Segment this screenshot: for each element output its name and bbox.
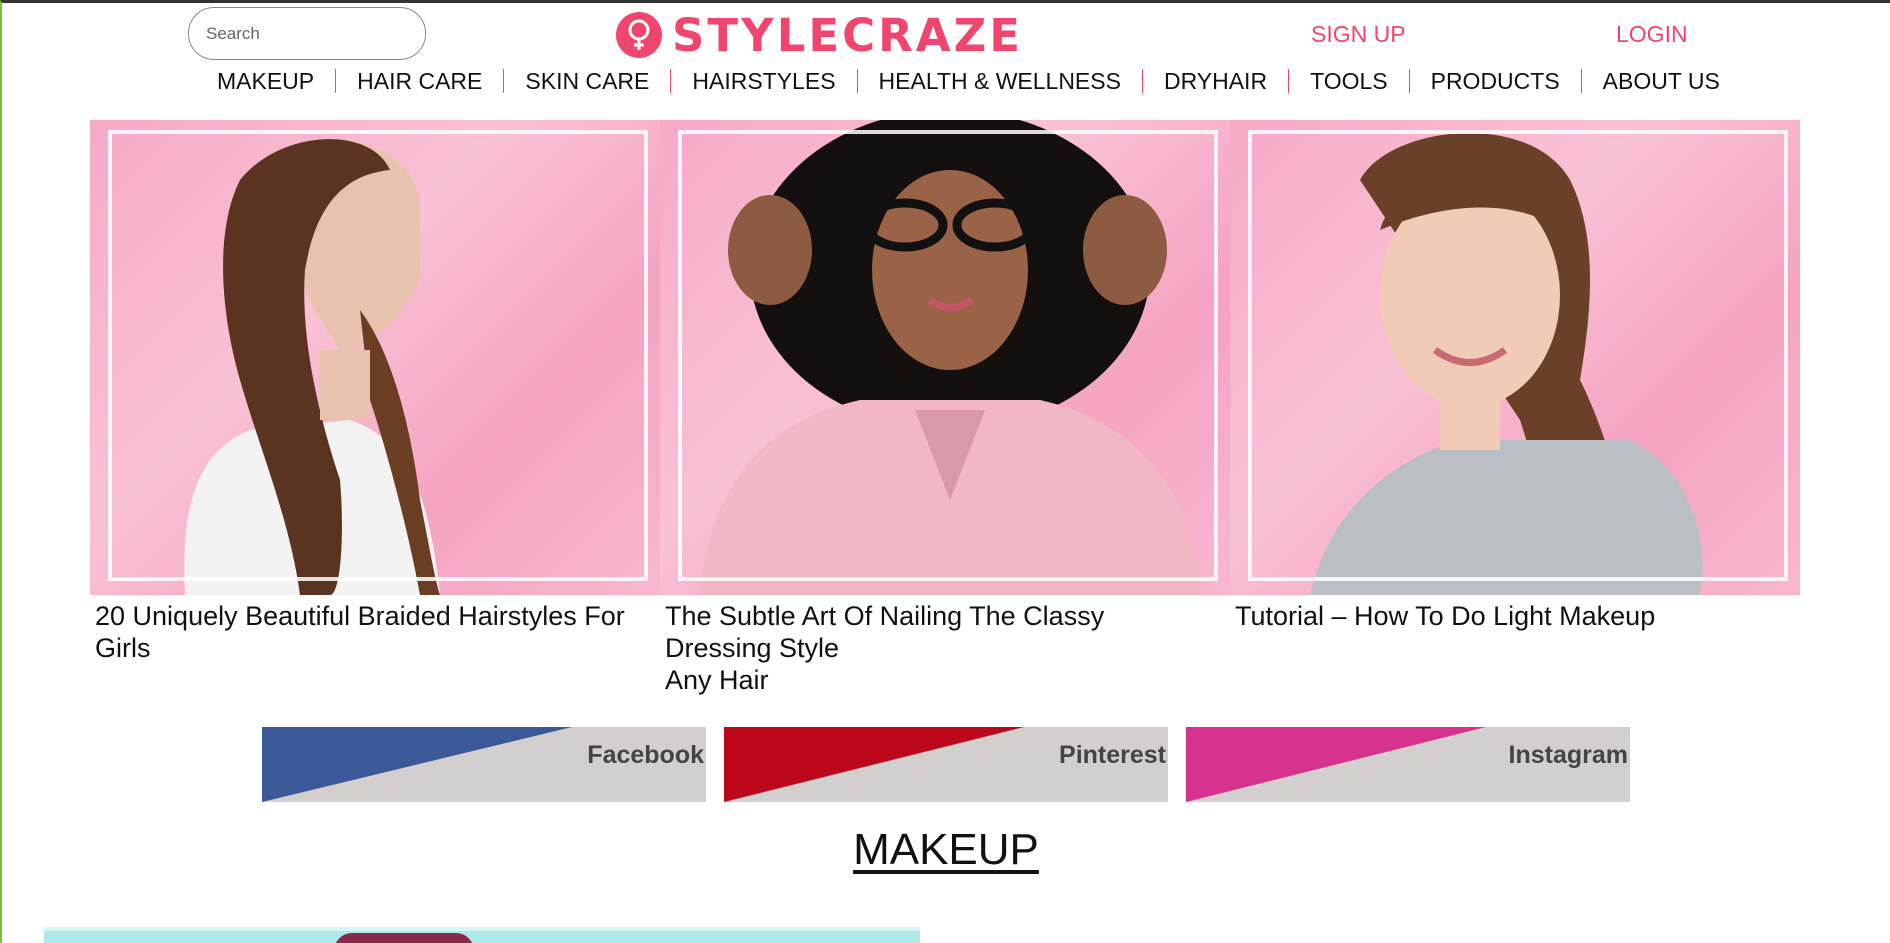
article-title-link[interactable]: 20 Uniquely Beautiful Braided Hairstyles… [95, 600, 665, 696]
pinterest-button[interactable]: Pinterest [724, 727, 1168, 802]
instagram-label: Instagram [1508, 741, 1628, 769]
logo-female-symbol-icon [616, 12, 662, 58]
image-frame [678, 130, 1218, 581]
section-heading-makeup[interactable]: MAKEUP [2, 825, 1890, 875]
article-title-link[interactable]: The Subtle Art Of Nailing The Classy Dre… [665, 600, 1235, 696]
image-frame [108, 130, 648, 581]
nav-item-hairstyles[interactable]: HAIRSTYLES [671, 68, 856, 94]
pinterest-label: Pinterest [1059, 741, 1166, 769]
article-title-link[interactable]: Tutorial – How To Do Light Makeup [1235, 600, 1805, 696]
featured-image-braided-hairstyles[interactable] [90, 120, 660, 595]
nav-item-about-us[interactable]: ABOUT US [1582, 68, 1741, 94]
featured-image-light-makeup[interactable] [1230, 120, 1800, 595]
site-logo[interactable]: STYLECRAZE [616, 11, 1023, 59]
article-subtitle-text: Any Hair [665, 665, 769, 695]
featured-articles [90, 120, 1801, 595]
featured-captions: 20 Uniquely Beautiful Braided Hairstyles… [95, 600, 1806, 696]
nav-item-products[interactable]: PRODUCTS [1410, 68, 1581, 94]
nav-item-hair-care[interactable]: HAIR CARE [336, 68, 503, 94]
featured-image-classy-dressing[interactable] [660, 120, 1230, 595]
main-nav: MAKEUP HAIR CARE SKIN CARE HAIRSTYLES HE… [196, 65, 1741, 97]
login-link[interactable]: LOGIN [1616, 21, 1688, 48]
nav-item-dryhair[interactable]: DRYHAIR [1143, 68, 1288, 94]
makeup-article-thumbnail[interactable] [44, 927, 920, 943]
nav-item-makeup[interactable]: MAKEUP [196, 68, 335, 94]
article-title-text: The Subtle Art Of Nailing The Classy Dre… [665, 601, 1105, 663]
image-frame [1248, 130, 1788, 581]
nav-item-skin-care[interactable]: SKIN CARE [504, 68, 670, 94]
logo-text: STYLECRAZE [672, 8, 1023, 62]
header: STYLECRAZE SIGN UP LOGIN [2, 3, 1890, 63]
nav-item-tools[interactable]: TOOLS [1289, 68, 1409, 94]
sign-up-link[interactable]: SIGN UP [1311, 21, 1406, 48]
instagram-button[interactable]: Instagram [1186, 727, 1630, 802]
nav-item-health-wellness[interactable]: HEALTH & WELLNESS [858, 68, 1142, 94]
search-input[interactable] [188, 7, 426, 60]
facebook-label: Facebook [587, 741, 704, 769]
facebook-button[interactable]: Facebook [262, 727, 706, 802]
thumbnail-photo-fragment [334, 933, 474, 943]
